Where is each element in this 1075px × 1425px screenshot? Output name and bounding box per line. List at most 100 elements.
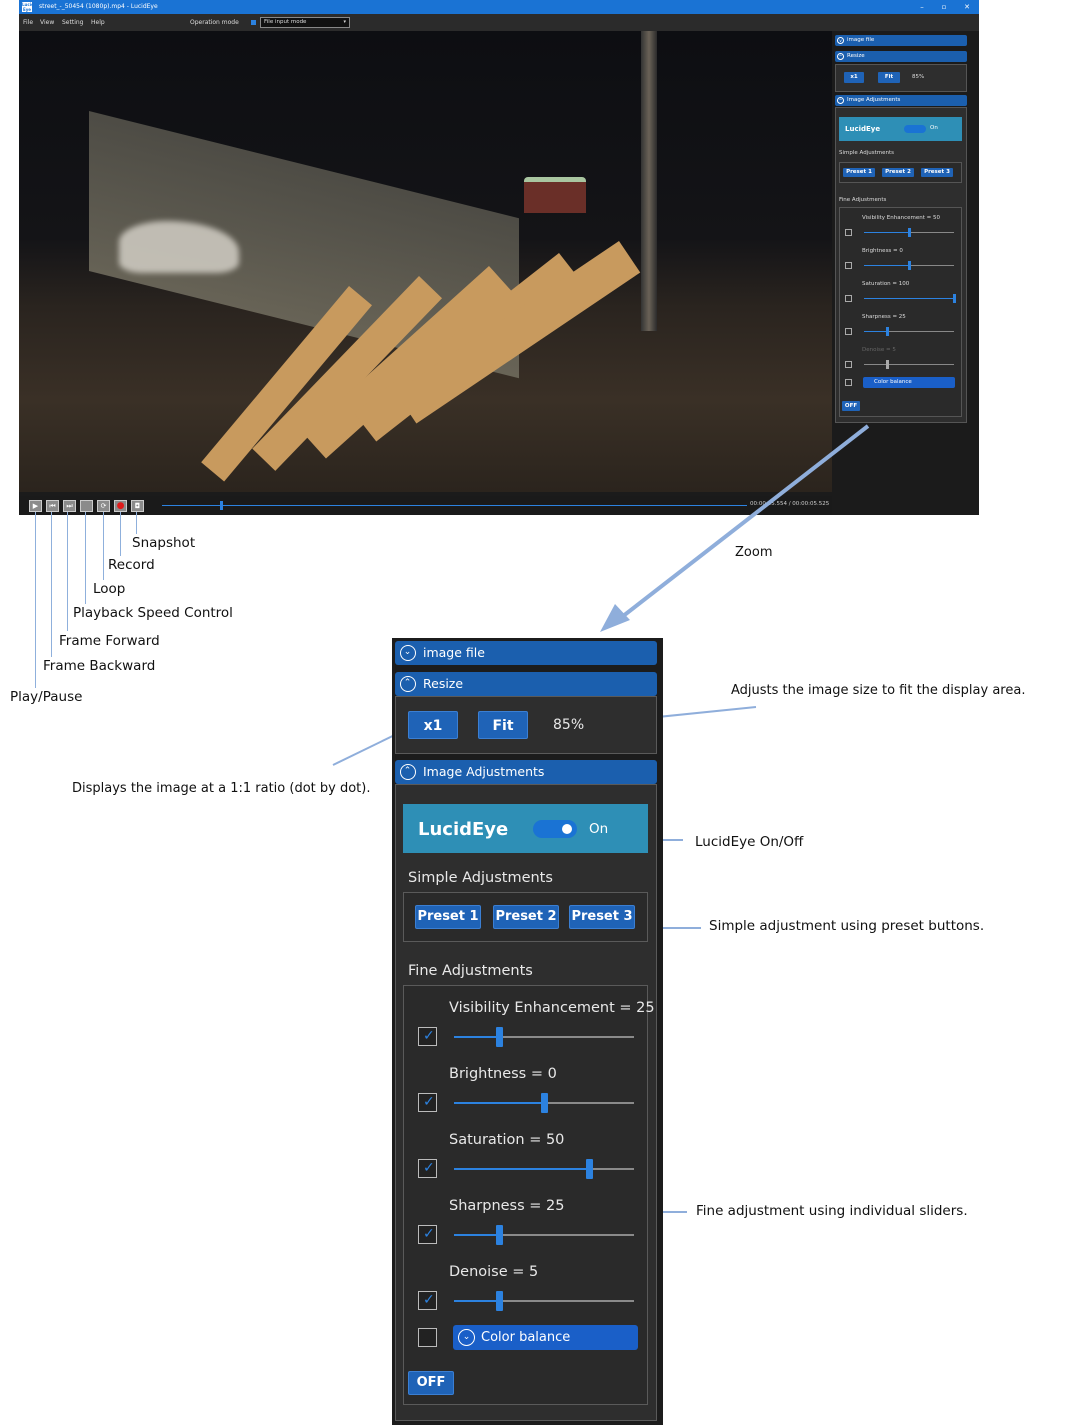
lucideye-toggle[interactable] <box>533 820 577 838</box>
menu-file[interactable]: File <box>23 14 33 31</box>
seek-handle[interactable] <box>220 501 223 510</box>
label-fit-desc: Adjusts the image size to fit the displa… <box>731 683 1026 698</box>
preset-3-button[interactable]: Preset 3 <box>569 905 635 929</box>
off-button[interactable]: OFF <box>408 1371 454 1395</box>
mini-slider-checkbox[interactable] <box>845 229 852 236</box>
mini-header-image-adjustments[interactable]: ^ Image Adjustments <box>835 95 967 106</box>
slider-fill <box>454 1168 589 1170</box>
mini-slider-label: Denoise = 5 <box>862 347 896 353</box>
slider-checkbox[interactable]: ✓ <box>418 1225 437 1244</box>
operation-mode-indicator <box>251 20 256 25</box>
toggle-knob <box>562 824 572 834</box>
menu-help[interactable]: Help <box>91 14 105 31</box>
mini-slider-checkbox[interactable] <box>845 361 852 368</box>
mini-preset-2[interactable]: Preset 2 <box>882 168 914 177</box>
slider-handle[interactable] <box>586 1159 593 1179</box>
lucideye-state: On <box>589 821 609 837</box>
chevron-up-icon: ^ <box>837 97 844 104</box>
slider-checkbox[interactable]: ✓ <box>418 1291 437 1310</box>
mini-slider-checkbox[interactable] <box>845 295 852 302</box>
slider-checkbox[interactable]: ✓ <box>418 1093 437 1112</box>
slider-track[interactable] <box>454 1300 634 1302</box>
snapshot-button[interactable]: ◘ <box>131 500 144 512</box>
header-resize-label: Resize <box>423 676 464 691</box>
slider-track[interactable] <box>454 1168 634 1170</box>
menu-setting[interactable]: Setting <box>62 14 83 31</box>
mini-color-balance-checkbox[interactable] <box>845 379 852 386</box>
slider-checkbox[interactable]: ✓ <box>418 1027 437 1046</box>
loop-button[interactable]: ⟳ <box>97 500 110 512</box>
video-display[interactable] <box>19 31 832 492</box>
snapshot-leader <box>136 512 137 534</box>
x1-button[interactable]: x1 <box>408 711 458 739</box>
mini-header-image-file[interactable]: v image file <box>835 35 967 46</box>
header-image-adjustments[interactable]: ⌃ Image Adjustments <box>395 760 657 784</box>
chevron-up-icon: ^ <box>837 53 844 60</box>
label-frame-backward: Frame Backward <box>43 658 156 674</box>
slider-label: Visibility Enhancement = 25 <box>449 1000 655 1016</box>
mini-slider-fill <box>864 331 887 332</box>
mini-preset-3[interactable]: Preset 3 <box>921 168 953 177</box>
mini-fit-button[interactable]: Fit <box>878 72 900 83</box>
close-icon[interactable]: ✕ <box>957 0 977 14</box>
zoom-percent: 85% <box>553 717 585 733</box>
mini-off-button[interactable]: OFF <box>842 401 860 411</box>
seek-bar[interactable] <box>162 505 747 506</box>
mini-slider-handle[interactable] <box>908 228 911 237</box>
slider-fill <box>454 1102 544 1104</box>
mini-lucideye-bar: LucidEye On <box>839 117 962 141</box>
mini-lucideye-toggle[interactable] <box>904 125 926 133</box>
mini-slider-handle[interactable] <box>885 360 889 369</box>
mini-color-balance-button[interactable]: Color balance <box>863 377 955 388</box>
mini-slider-handle[interactable] <box>953 294 956 303</box>
mini-slider-checkbox[interactable] <box>845 262 852 269</box>
slider-track[interactable] <box>454 1036 634 1038</box>
slider-handle[interactable] <box>496 1225 503 1245</box>
record-button[interactable]: ● <box>114 500 127 512</box>
color-balance-checkbox[interactable] <box>418 1328 437 1347</box>
label-x1-desc: Displays the image at a 1:1 ratio (dot b… <box>72 781 371 796</box>
fine-adjustments-title: Fine Adjustments <box>408 963 533 979</box>
slider-label: Sharpness = 25 <box>449 1198 565 1214</box>
mini-slider-label: Sharpness = 25 <box>862 314 906 320</box>
menu-view[interactable]: View <box>40 14 54 31</box>
mini-slider-fill <box>864 265 909 266</box>
header-image-file[interactable]: ⌄ image file <box>395 641 657 665</box>
header-resize[interactable]: ⌃ Resize <box>395 672 657 696</box>
loop-leader <box>103 512 104 580</box>
mini-x1-button[interactable]: x1 <box>844 72 864 83</box>
chevron-up-icon: ⌃ <box>400 676 416 692</box>
slider-handle[interactable] <box>541 1093 548 1113</box>
frame-forward-button[interactable]: ⏭ <box>63 500 76 512</box>
fit-button[interactable]: Fit <box>478 711 528 739</box>
frame-forward-leader <box>67 512 68 631</box>
mini-preset-1[interactable]: Preset 1 <box>843 168 875 177</box>
mini-header-resize[interactable]: ^ Resize <box>835 51 967 62</box>
mini-slider-checkbox[interactable] <box>845 328 852 335</box>
slider-label: Saturation = 50 <box>449 1132 565 1148</box>
maximize-icon[interactable]: ▫ <box>934 0 954 14</box>
frame-backward-button[interactable]: ⏮ <box>46 500 59 512</box>
record-leader <box>120 512 121 556</box>
side-panel-zoomed: ⌄ image file ⌃ Resize x1 Fit 85% ⌃ Image… <box>392 638 663 1425</box>
mini-simple-title: Simple Adjustments <box>839 150 894 156</box>
video-scene-pole <box>641 31 657 331</box>
label-lucideye-desc: LucidEye On/Off <box>695 834 804 850</box>
mini-slider-handle[interactable] <box>885 327 889 336</box>
chevron-down-icon: ⌄ <box>458 1329 475 1346</box>
preset-2-button[interactable]: Preset 2 <box>493 905 559 929</box>
mini-slider-handle[interactable] <box>908 261 911 270</box>
title-bar: Lucid Eye street_-_50454 (1080p).mp4 - L… <box>19 0 979 14</box>
slider-handle[interactable] <box>496 1291 503 1311</box>
playback-speed-button[interactable] <box>80 500 93 512</box>
minimize-icon[interactable]: – <box>912 0 932 14</box>
preset-1-button[interactable]: Preset 1 <box>415 905 481 929</box>
slider-checkbox[interactable]: ✓ <box>418 1159 437 1178</box>
color-balance-button[interactable]: ⌄ Color balance <box>453 1325 638 1350</box>
operation-mode-select[interactable]: File input mode ▾ <box>260 17 350 28</box>
slider-track[interactable] <box>454 1234 634 1236</box>
slider-handle[interactable] <box>496 1027 503 1047</box>
mini-lucideye-label: LucidEye <box>845 125 881 133</box>
label-zoom: Zoom <box>735 545 773 560</box>
play-pause-button[interactable]: ▶ <box>29 500 42 512</box>
